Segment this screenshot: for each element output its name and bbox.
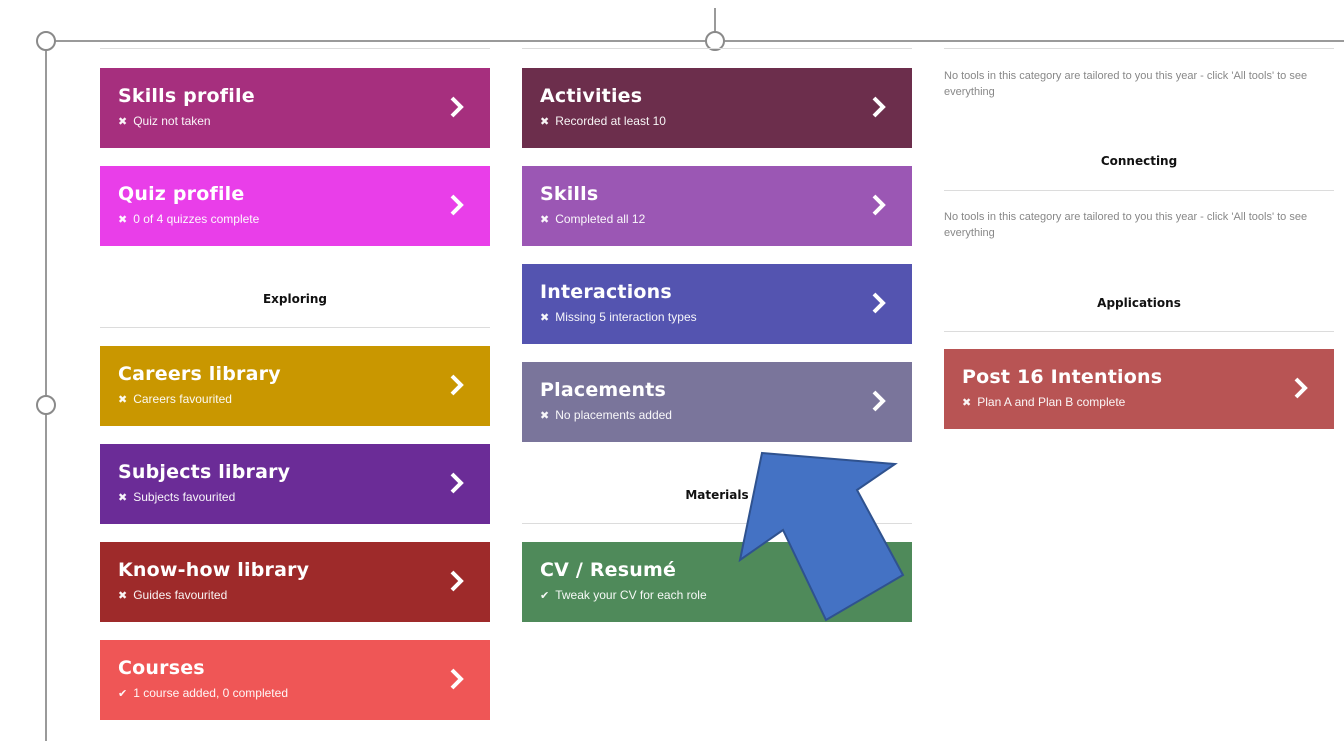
divider [944, 48, 1334, 49]
tile-title: Skills [540, 183, 599, 205]
placements-tile[interactable]: Placements ✖ No placements added [522, 362, 912, 442]
chevron-right-icon [872, 96, 886, 118]
cross-icon: ✖ [118, 116, 128, 128]
cross-icon: ✖ [118, 492, 128, 504]
tile-status: ✖ Guides favourited [118, 588, 472, 603]
tile-status-text: Careers favourited [133, 392, 232, 406]
careers-library-tile[interactable]: Careers library ✖ Careers favourited [100, 346, 490, 426]
skills-tile[interactable]: Skills ✖ Completed all 12 [522, 166, 912, 246]
tile-title: Careers library [118, 363, 281, 385]
post16-intentions-tile[interactable]: Post 16 Intentions ✖ Plan A and Plan B co… [944, 349, 1334, 429]
chevron-right-icon [872, 292, 886, 314]
empty-category-note: No tools in this category are tailored t… [944, 211, 1308, 239]
divider [944, 331, 1334, 332]
chevron-right-icon [872, 194, 886, 216]
quiz-profile-tile[interactable]: Quiz profile ✖ 0 of 4 quizzes complete [100, 166, 490, 246]
check-icon: ✔ [118, 688, 128, 700]
tile-status: ✔ 1 course added, 0 completed [118, 686, 472, 701]
tile-status-text: Subjects favourited [133, 490, 236, 504]
tile-title: Skills profile [118, 85, 255, 107]
chevron-right-icon [450, 668, 464, 690]
tile-status: ✖ Careers favourited [118, 392, 472, 407]
tile-status-text: Completed all 12 [555, 212, 646, 226]
cross-icon: ✖ [540, 410, 550, 422]
tile-status: ✖ Recorded at least 10 [540, 114, 894, 129]
divider [100, 48, 490, 49]
tile-status-text: Plan A and Plan B complete [977, 395, 1126, 409]
activities-tile[interactable]: Activities ✖ Recorded at least 10 [522, 68, 912, 148]
resize-handle-middle-left[interactable] [36, 395, 56, 415]
tile-status-text: Missing 5 interaction types [555, 310, 697, 324]
tile-status-text: Tweak your CV for each role [555, 588, 707, 602]
chevron-right-icon [872, 390, 886, 412]
tile-status: ✖ No placements added [540, 408, 894, 423]
tile-status-text: 0 of 4 quizzes complete [133, 212, 260, 226]
check-icon: ✔ [540, 590, 550, 602]
chevron-right-icon [450, 96, 464, 118]
divider [522, 48, 912, 49]
cross-icon: ✖ [118, 214, 128, 226]
knowhow-library-tile[interactable]: Know-how library ✖ Guides favourited [100, 542, 490, 622]
cross-icon: ✖ [118, 590, 128, 602]
chevron-right-icon [450, 374, 464, 396]
tile-status: ✖ Subjects favourited [118, 490, 472, 505]
tile-status: ✖ Missing 5 interaction types [540, 310, 894, 325]
chevron-right-icon [450, 194, 464, 216]
tile-status: ✖ Plan A and Plan B complete [962, 395, 1316, 410]
section-heading-connecting: Connecting [1100, 154, 1178, 168]
tile-status-text: Guides favourited [133, 588, 228, 602]
tile-title: Know-how library [118, 559, 310, 581]
courses-tile[interactable]: Courses ✔ 1 course added, 0 completed [100, 640, 490, 720]
section-heading-materials: Materials [685, 488, 749, 502]
tile-status-text: Quiz not taken [133, 114, 211, 128]
subjects-library-tile[interactable]: Subjects library ✖ Subjects favourited [100, 444, 490, 524]
cross-icon: ✖ [540, 214, 550, 226]
tile-title: Activities [540, 85, 643, 107]
tile-title: Placements [540, 379, 667, 401]
chevron-right-icon [450, 472, 464, 494]
cross-icon: ✖ [118, 394, 128, 406]
cross-icon: ✖ [540, 116, 550, 128]
chevron-right-icon [872, 570, 886, 592]
section-heading-exploring: Exploring [262, 292, 328, 306]
divider [100, 327, 490, 328]
tile-status: ✖ Quiz not taken [118, 114, 472, 129]
divider [522, 523, 912, 524]
empty-category-note: No tools in this category are tailored t… [944, 70, 1308, 98]
skills-profile-tile[interactable]: Skills profile ✖ Quiz not taken [100, 68, 490, 148]
interactions-tile[interactable]: Interactions ✖ Missing 5 interaction type… [522, 264, 912, 344]
cross-icon: ✖ [540, 312, 550, 324]
tile-title: Quiz profile [118, 183, 245, 205]
section-heading-applications: Applications [1097, 296, 1181, 310]
tile-status: ✖ Completed all 12 [540, 212, 894, 227]
tile-status-text: No placements added [555, 408, 672, 422]
tile-title: Interactions [540, 281, 672, 303]
resize-handle-top-left[interactable] [36, 31, 56, 51]
chevron-right-icon [450, 570, 464, 592]
tile-status-text: 1 course added, 0 completed [133, 686, 288, 700]
tile-title: Post 16 Intentions [962, 366, 1163, 388]
tile-title: Subjects library [118, 461, 291, 483]
divider [944, 190, 1334, 191]
cross-icon: ✖ [962, 397, 972, 409]
tile-status-text: Recorded at least 10 [555, 114, 666, 128]
tile-title: CV / Resumé [540, 559, 677, 581]
tile-title: Courses [118, 657, 205, 679]
tile-status: ✖ 0 of 4 quizzes complete [118, 212, 472, 227]
tile-status: ✔ Tweak your CV for each role [540, 588, 894, 603]
chevron-right-icon [1294, 377, 1308, 399]
cv-resume-tile[interactable]: CV / Resumé ✔ Tweak your CV for each role [522, 542, 912, 622]
